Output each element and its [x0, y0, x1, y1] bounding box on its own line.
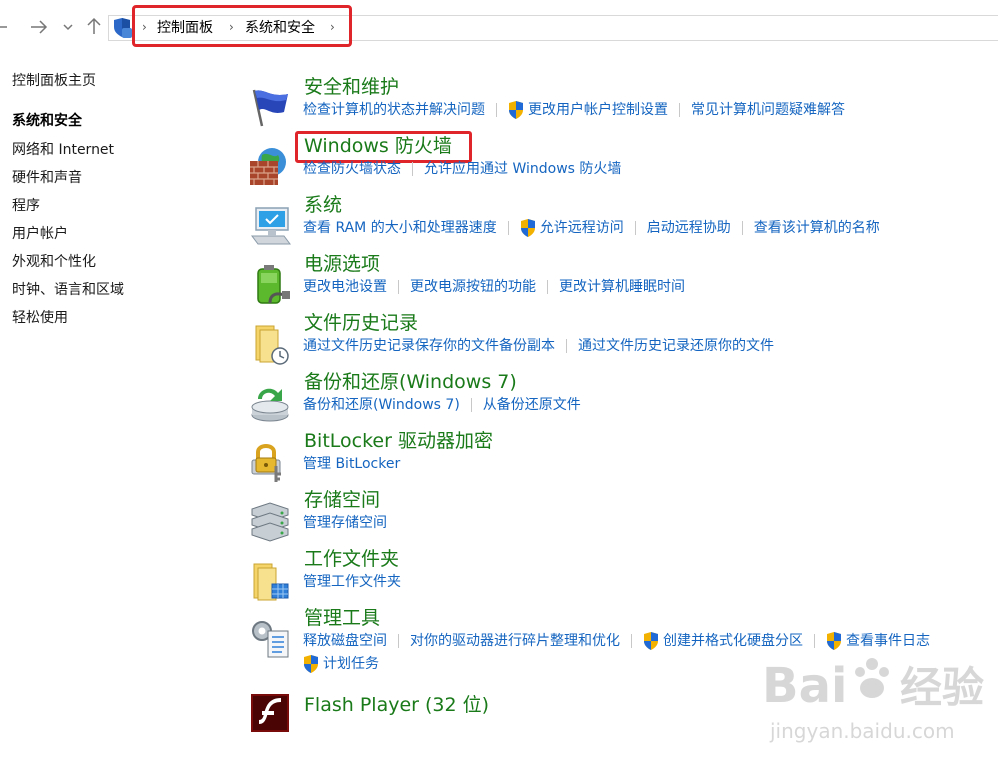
breadcrumb-item-system-security[interactable]: 系统和安全: [245, 19, 315, 37]
back-arrow-icon: [0, 26, 7, 28]
link-divider: [412, 162, 413, 176]
link-save-backup[interactable]: 通过文件历史记录保存你的文件备份副本: [303, 337, 555, 355]
chevron-down-icon: [63, 24, 73, 31]
link-uac-settings[interactable]: 更改用户帐户控制设置: [528, 101, 668, 119]
recent-locations-button[interactable]: [62, 17, 74, 41]
link-view-ram[interactable]: 查看 RAM 的大小和处理器速度: [303, 219, 497, 237]
backup-icon: [251, 388, 289, 422]
category-title[interactable]: 存储空间: [304, 488, 380, 512]
file-history-icon: [255, 325, 289, 365]
link-battery-settings[interactable]: 更改电池设置: [303, 278, 387, 296]
forward-button[interactable]: [30, 17, 48, 41]
link-restore-files[interactable]: 通过文件历史记录还原你的文件: [578, 337, 774, 355]
category-title[interactable]: BitLocker 驱动器加密: [304, 429, 493, 453]
link-divider: [741, 221, 743, 235]
nav-item-appearance[interactable]: 外观和个性化: [12, 253, 96, 271]
category-title[interactable]: Flash Player (32 位): [304, 693, 489, 717]
storage-icon: [251, 502, 289, 542]
link-divider: [814, 634, 815, 648]
link-remote-access[interactable]: 允许远程访问: [540, 219, 624, 237]
baidu-watermark-logo: Bai 经验 jingyan.baidu.com: [762, 658, 984, 743]
link-scheduled-tasks[interactable]: 计划任务: [323, 655, 379, 673]
uac-shield-icon: [304, 655, 318, 673]
bitlocker-icon: [251, 444, 281, 482]
link-troubleshoot[interactable]: 常见计算机问题疑难解答: [691, 101, 845, 119]
breadcrumb-item-control-panel[interactable]: 控制面板: [157, 19, 213, 37]
link-disk-partitions[interactable]: 创建并格式化硬盘分区: [663, 632, 803, 650]
up-button[interactable]: [86, 17, 102, 42]
link-disk-cleanup[interactable]: 释放磁盘空间: [303, 632, 387, 650]
control-panel-shield-icon: [114, 18, 132, 38]
link-divider: [507, 221, 509, 235]
nav-item-user-accounts[interactable]: 用户帐户: [12, 225, 68, 243]
category-title[interactable]: 备份和还原(Windows 7): [304, 370, 517, 394]
firewall-icon: [250, 148, 286, 185]
link-check-status[interactable]: 检查计算机的状态并解决问题: [303, 101, 485, 119]
back-button[interactable]: [0, 17, 8, 41]
link-defragment[interactable]: 对你的驱动器进行碎片整理和优化: [410, 632, 620, 650]
link-divider: [631, 634, 632, 648]
flash-icon: [251, 694, 289, 732]
admin-tools-icon: [252, 621, 289, 658]
category-title[interactable]: 文件历史记录: [304, 311, 418, 335]
forward-arrow-icon: [31, 20, 48, 34]
link-manage-storage[interactable]: 管理存储空间: [303, 514, 387, 532]
svg-text:jingyan.baidu.com: jingyan.baidu.com: [769, 719, 955, 743]
uac-shield-icon: [644, 632, 658, 650]
svg-text:经验: 经验: [900, 663, 984, 712]
link-sleep-time[interactable]: 更改计算机睡眠时间: [559, 278, 685, 296]
category-title[interactable]: Windows 防火墙: [304, 134, 452, 158]
work-folders-icon: [253, 563, 289, 601]
category-title[interactable]: 管理工具: [304, 606, 380, 630]
chevron-right-icon[interactable]: ›: [330, 18, 335, 36]
category-title[interactable]: 系统: [304, 193, 342, 217]
up-arrow-icon: [87, 17, 101, 34]
link-remote-assistance[interactable]: 启动远程协助: [647, 219, 731, 237]
category-title[interactable]: 安全和维护: [304, 75, 399, 99]
uac-shield-icon: [520, 219, 535, 237]
link-divider: [634, 221, 636, 235]
nav-item-system-security: 系统和安全: [12, 113, 82, 129]
uac-shield-icon: [827, 632, 841, 650]
chevron-right-icon[interactable]: ›: [229, 18, 234, 36]
category-title[interactable]: 电源选项: [304, 252, 380, 276]
nav-item-programs[interactable]: 程序: [12, 197, 40, 215]
link-computer-name[interactable]: 查看该计算机的名称: [754, 219, 880, 237]
power-icon: [257, 265, 290, 304]
link-divider: [547, 280, 548, 294]
nav-item-control-panel-home[interactable]: 控制面板主页: [12, 72, 96, 90]
link-divider: [470, 398, 472, 412]
link-manage-work-folders[interactable]: 管理工作文件夹: [303, 573, 401, 591]
link-manage-bitlocker[interactable]: 管理 BitLocker: [303, 455, 400, 473]
link-firewall-status[interactable]: 检查防火墙状态: [303, 160, 401, 178]
link-divider: [679, 103, 680, 117]
link-divider: [496, 103, 497, 117]
nav-item-hardware-sound[interactable]: 硬件和声音: [12, 169, 82, 187]
nav-item-clock-region[interactable]: 时钟、语言和区域: [12, 281, 124, 299]
category-title[interactable]: 工作文件夹: [304, 547, 399, 571]
svg-text:Bai: Bai: [762, 658, 847, 714]
chevron-right-icon[interactable]: ›: [142, 18, 147, 36]
link-restore-from-backup[interactable]: 从备份还原文件: [483, 396, 581, 414]
link-event-logs[interactable]: 查看事件日志: [846, 632, 930, 650]
uac-shield-icon: [509, 101, 523, 119]
link-divider: [398, 634, 399, 648]
flag-icon: [252, 89, 288, 127]
nav-item-network-internet[interactable]: 网络和 Internet: [12, 141, 114, 159]
navigation-bar: › 控制面板 › 系统和安全 ›: [0, 0, 998, 60]
computer-icon: [251, 207, 291, 245]
link-backup-restore[interactable]: 备份和还原(Windows 7): [303, 396, 460, 414]
link-divider: [398, 280, 399, 294]
nav-item-ease-of-access[interactable]: 轻松使用: [12, 309, 68, 327]
link-power-buttons[interactable]: 更改电源按钮的功能: [410, 278, 536, 296]
link-allow-app[interactable]: 允许应用通过 Windows 防火墙: [424, 160, 621, 178]
link-divider: [566, 339, 567, 353]
